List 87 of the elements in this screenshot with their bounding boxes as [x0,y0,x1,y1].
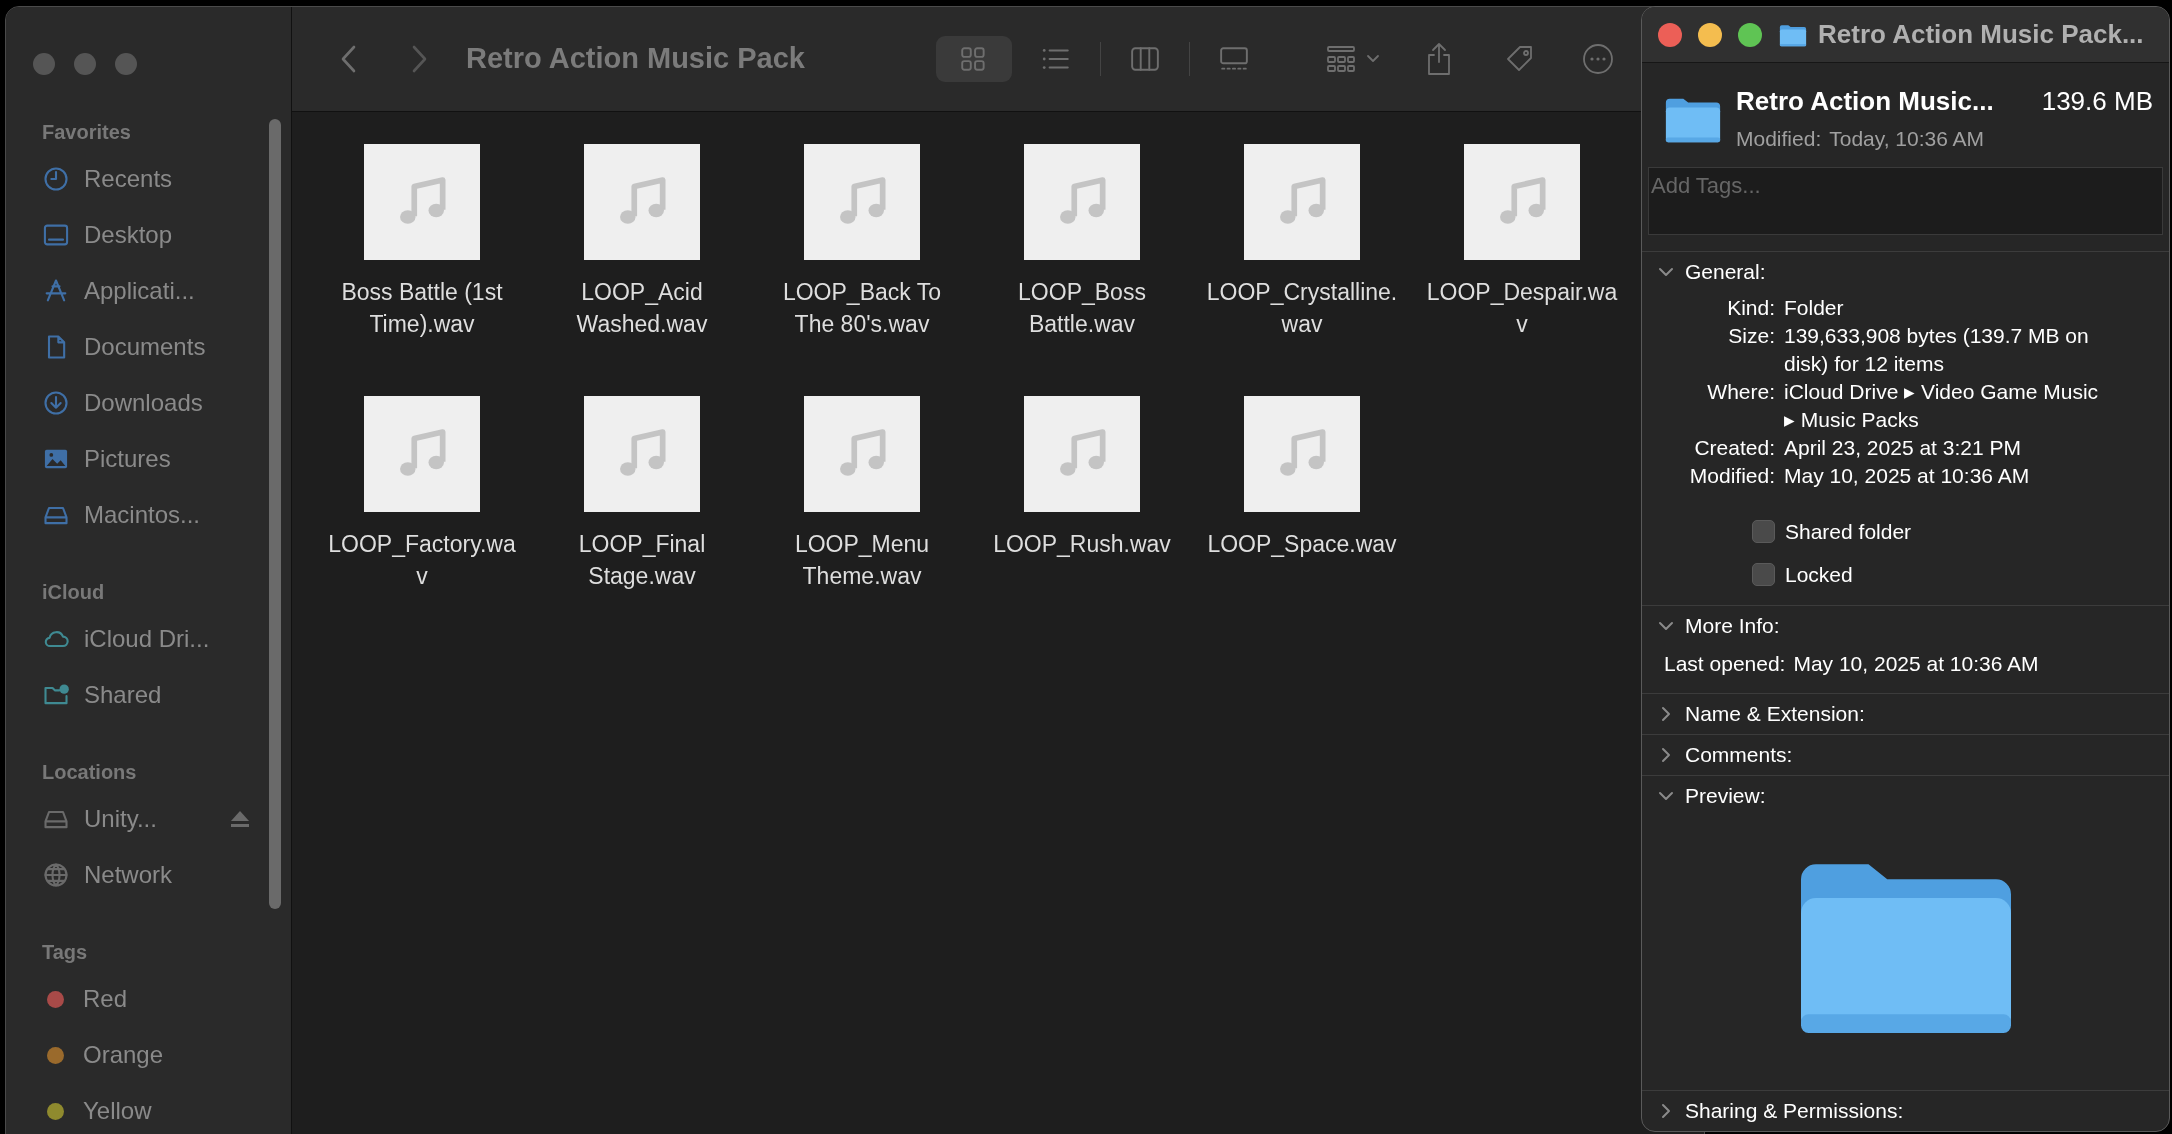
file-name: LOOP_Menu Theme.wav [794,530,930,591]
scrollbar[interactable] [269,119,281,909]
group-by-button[interactable] [1326,45,1380,73]
download-icon [42,389,70,417]
audio-file-icon[interactable] [1244,144,1360,260]
field-value: Folder [1784,294,1845,321]
sidebar-item[interactable]: Recents [84,161,173,197]
sidebar-item[interactable]: Network [84,857,173,893]
modified-date: Today, 10:36 AM [1829,126,1985,152]
checkbox[interactable] [1752,563,1775,587]
field-label: Modified: [1688,462,1775,489]
checkbox-label: Locked [1785,562,1853,588]
grid-icon [1326,45,1356,73]
window-title: Retro Action Music Pack... [1818,18,2144,51]
window-title: Retro Action Music Pack [466,41,806,77]
checkbox-label: Shared folder [1785,518,1912,545]
field-value: May 10, 2025 at 10:36 AM [1793,650,2039,677]
field-label: Created: [1693,434,1775,461]
size-label: 139.6 MB [2041,85,2153,117]
file-name: LOOP_Rush.wav [993,530,1171,559]
field-label: Last opened: [1664,650,1786,677]
audio-file-icon[interactable] [1244,396,1360,512]
file-name: LOOP_Factory.wa v [328,530,516,591]
file-name: LOOP_Final Stage.wav [578,530,706,591]
audio-file-icon[interactable] [364,396,480,512]
field-label: Kind: [1726,294,1775,321]
file-name: LOOP_Despair.wa v [1426,278,1618,339]
audio-file-icon[interactable] [364,144,480,260]
checkbox[interactable] [1752,519,1775,543]
gallery-view-icon [1219,45,1249,73]
sidebar-item[interactable]: Shared [84,677,162,713]
sidebar-item[interactable]: Desktop [84,217,173,253]
forward-icon [410,44,428,74]
sidebar-item[interactable]: Unity... [84,801,157,837]
field-value: iCloud Drive ▸ Video Game Music ▸ Music Packs [1784,378,2100,433]
audio-file-icon[interactable] [584,144,700,260]
file-name: LOOP_Back To The 80's.wav [782,278,942,339]
sidebar-item[interactable]: Orange [83,1037,164,1073]
close-button[interactable] [33,53,55,75]
back-icon [340,44,358,74]
section-header[interactable]: Preview: [1685,780,1766,812]
field-value: May 10, 2025 at 10:36 AM [1784,462,2031,489]
audio-file-icon[interactable] [804,396,920,512]
sidebar-item[interactable]: Pictures [84,441,171,477]
file-name: LOOP_Boss Battle.wav [1018,278,1146,339]
caret-icon [1366,54,1380,64]
sidebar-item[interactable]: Yellow [83,1093,152,1129]
file-name: Boss Battle (1st Time).wav [341,278,503,339]
section-heading: iCloud [41,580,106,605]
columns-view-icon [1130,45,1160,73]
close-button[interactable] [1658,22,1682,47]
audio-file-icon[interactable] [584,396,700,512]
section-header[interactable]: Name & Extension: [1685,698,1865,730]
minimize-button[interactable] [1698,22,1722,47]
audio-file-icon[interactable] [804,144,920,260]
eject-icon[interactable] [229,809,251,829]
audio-file-icon[interactable] [1464,144,1580,260]
share-icon [1426,42,1452,76]
section-heading: Tags [41,940,89,965]
sidebar-item[interactable]: Downloads [84,385,203,421]
zoom-button[interactable] [1738,22,1762,47]
file-name: LOOP_Space.wav [1207,530,1397,559]
audio-file-icon[interactable] [1024,396,1140,512]
view-mode-button[interactable] [936,36,1012,82]
sidebar-item[interactable]: Red [83,981,128,1017]
field-value: April 23, 2025 at 3:21 PM [1784,434,2022,461]
section-heading: Favorites [41,120,132,145]
section-header[interactable]: More Info: [1685,609,1780,642]
section-heading: Locations [41,760,138,785]
field-label: Size: [1727,322,1775,349]
tags-field[interactable]: Add Tags... [1648,166,2163,235]
file-name: LOOP_Acid Washed.wav [576,278,708,339]
sidebar-item[interactable]: Macintos... [84,497,201,533]
section-header[interactable]: Sharing & Permissions: [1685,1095,1904,1127]
file-name: LOOP_Crystalline. wav [1206,278,1398,339]
field-label: Where: [1706,378,1775,405]
globe-icon [42,861,70,889]
modified-label: Modified: [1736,126,1822,152]
sidebar-item[interactable]: iCloud Dri... [84,621,210,657]
sidebar-item[interactable]: Applicati... [84,273,195,309]
audio-file-icon[interactable] [1024,144,1140,260]
sidebar-item[interactable]: Documents [84,329,206,365]
file-name: Retro Action Music... [1736,85,1994,117]
clock-icon [42,165,70,193]
section-header[interactable]: General: [1685,255,1766,288]
more-icon [1582,43,1614,75]
section-header[interactable]: Comments: [1685,739,1793,771]
